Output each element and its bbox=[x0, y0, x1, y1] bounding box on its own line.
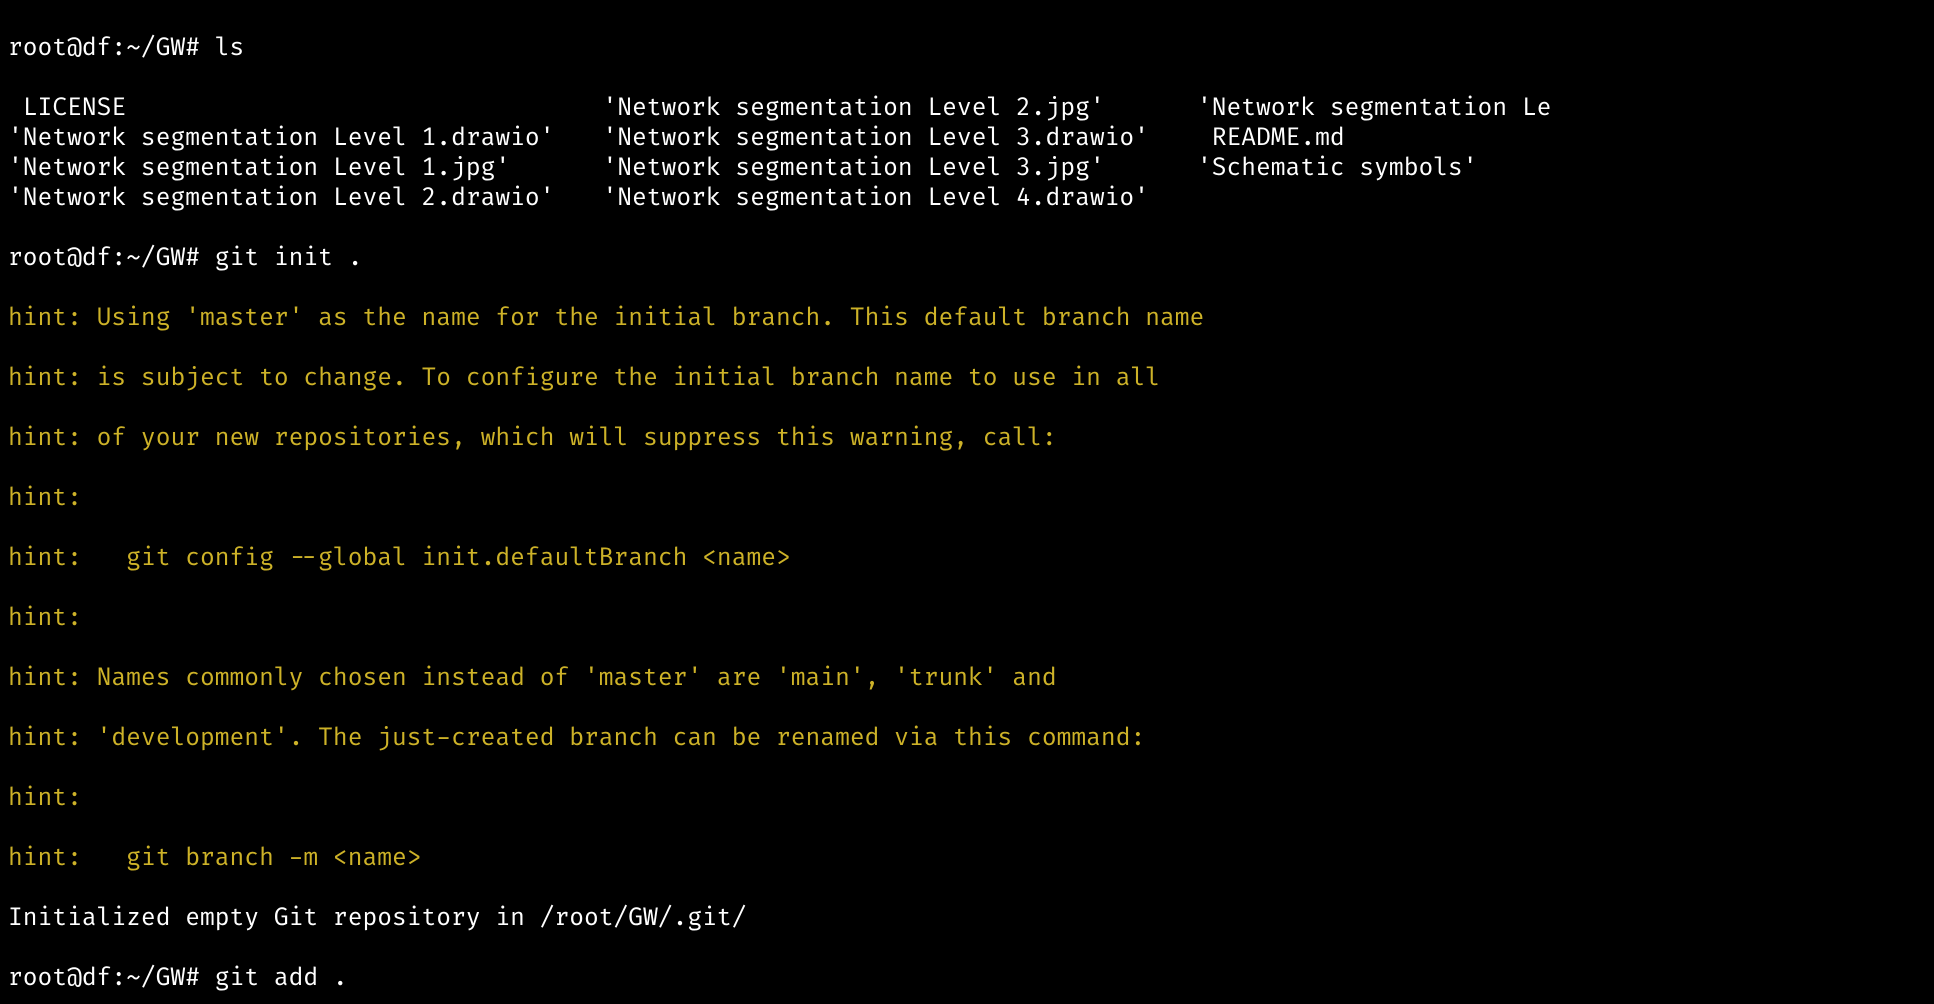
ls-file bbox=[1197, 184, 1551, 214]
shell-prompt: root@df:~/GW# bbox=[8, 34, 215, 63]
git-hint: hint: Names commonly chosen instead of '… bbox=[8, 664, 1926, 694]
git-hint: hint: of your new repositories, which wi… bbox=[8, 424, 1926, 454]
ls-output: LICENSE 'Network segmentation Level 2.jpg… bbox=[8, 94, 1926, 214]
command-git-init: git init . bbox=[215, 244, 363, 273]
git-hint: hint: git config --global init.defaultBr… bbox=[8, 544, 1926, 574]
git-hint: hint: 'development'. The just-created br… bbox=[8, 724, 1926, 754]
ls-file: 'Network segmentation Level 2.drawio' bbox=[8, 184, 554, 214]
shell-prompt: root@df:~/GW# bbox=[8, 244, 215, 273]
shell-prompt: root@df:~/GW# bbox=[8, 964, 215, 993]
ls-file: 'Network segmentation Level 1.jpg' bbox=[8, 154, 554, 184]
ls-file: 'Network segmentation Level 3.jpg' bbox=[602, 154, 1148, 184]
command-git-add: git add . bbox=[215, 964, 348, 993]
ls-file: 'Network segmentation Level 1.drawio' bbox=[8, 124, 554, 154]
ls-file: LICENSE bbox=[8, 94, 554, 124]
prompt-line-git-add: root@df:~/GW# git add . bbox=[8, 964, 1926, 994]
prompt-line-git-init: root@df:~/GW# git init . bbox=[8, 244, 1926, 274]
ls-file: 'Schematic symbols' bbox=[1197, 154, 1551, 184]
ls-file: 'Network segmentation Le bbox=[1197, 94, 1551, 124]
ls-file: README.md bbox=[1197, 124, 1551, 154]
git-hint: hint: Using 'master' as the name for the… bbox=[8, 304, 1926, 334]
git-hint: hint: git branch -m <name> bbox=[8, 844, 1926, 874]
git-hint: hint: is subject to change. To configure… bbox=[8, 364, 1926, 394]
prompt-line-ls: root@df:~/GW# ls bbox=[8, 34, 1926, 64]
terminal-output[interactable]: root@df:~/GW# ls LICENSE'Network segment… bbox=[0, 0, 1934, 1004]
git-hint: hint: bbox=[8, 604, 1926, 634]
command-ls: ls bbox=[215, 34, 245, 63]
ls-file: 'Network segmentation Level 2.jpg' bbox=[602, 94, 1148, 124]
ls-file: 'Network segmentation Level 3.drawio' bbox=[602, 124, 1148, 154]
git-hint: hint: bbox=[8, 484, 1926, 514]
git-init-output: Initialized empty Git repository in /roo… bbox=[8, 904, 1926, 934]
git-hint: hint: bbox=[8, 784, 1926, 814]
ls-file: 'Network segmentation Level 4.drawio' bbox=[602, 184, 1148, 214]
